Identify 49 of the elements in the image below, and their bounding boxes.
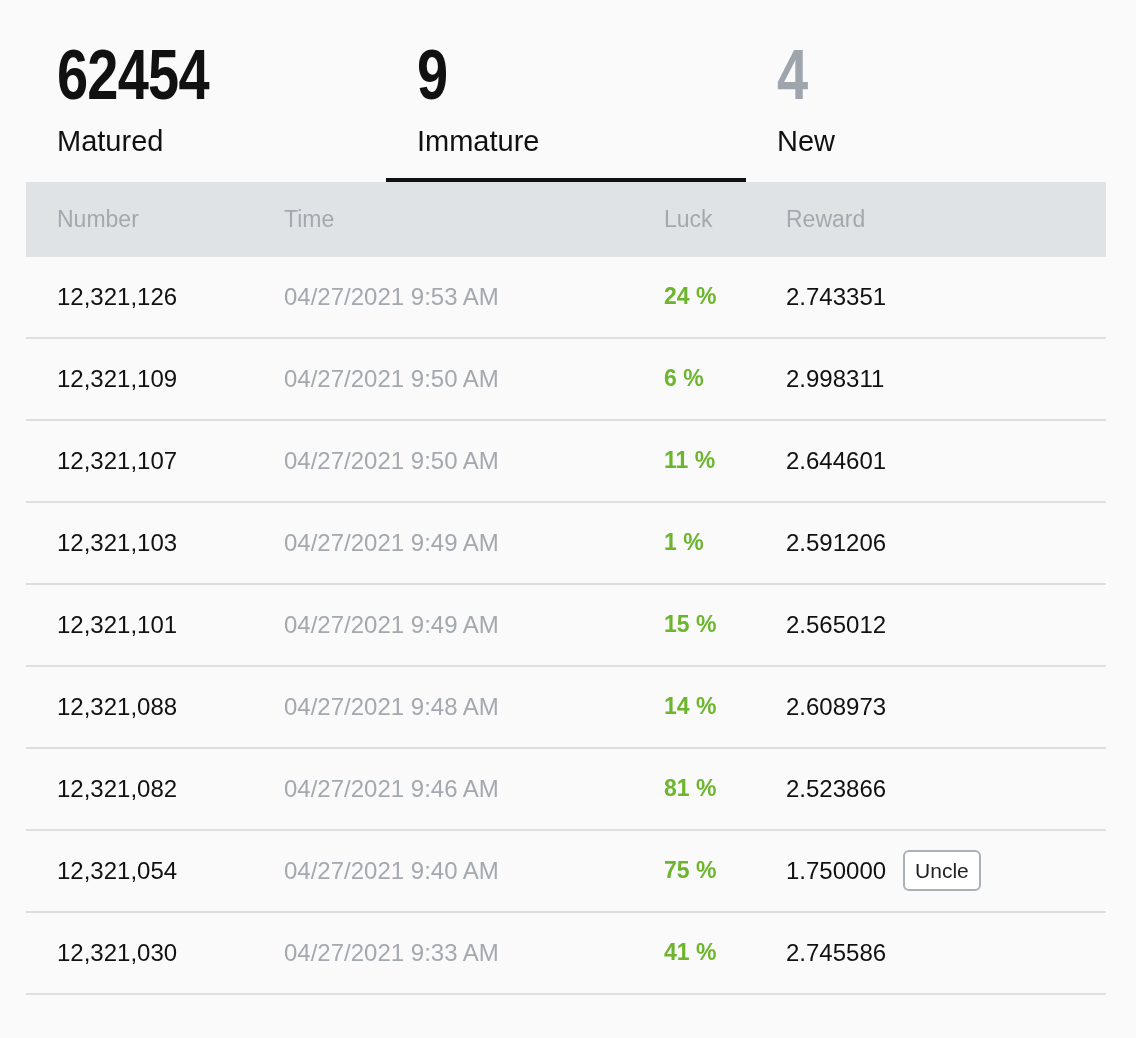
reward-value: 2.644601	[786, 445, 887, 476]
block-number: 12,321,082	[57, 774, 178, 802]
block-number: 12,321,101	[57, 610, 178, 638]
block-time: 04/27/2021 9:46 AM	[284, 774, 499, 802]
block-time: 04/27/2021 9:33 AM	[284, 938, 499, 966]
reward-value: 2.998311	[786, 363, 885, 394]
reward-value: 2.743351	[786, 281, 887, 312]
reward-value: 2.591206	[786, 527, 887, 558]
tab[interactable]: 4 New	[746, 30, 1106, 182]
tab-count: 62454	[57, 40, 209, 110]
reward-value: 2.608973	[786, 691, 887, 722]
tab-label: Immature	[417, 124, 540, 159]
luck-value: 15 %	[664, 611, 717, 638]
column-header: Time	[284, 205, 335, 232]
uncle-tag: Uncle	[903, 849, 981, 892]
luck-value: 75 %	[664, 857, 717, 884]
tab-label: Matured	[57, 124, 164, 159]
tab-count: 4	[777, 40, 808, 110]
block-number: 12,321,126	[57, 282, 178, 310]
block-time: 04/27/2021 9:50 AM	[284, 446, 499, 474]
reward-value: 1.750000	[786, 855, 887, 886]
block-time: 04/27/2021 9:40 AM	[284, 856, 499, 884]
block-number: 12,321,107	[57, 446, 178, 474]
reward-value: 2.745586	[786, 937, 887, 968]
luck-value: 6 %	[664, 365, 704, 392]
column-header: Number	[57, 205, 139, 232]
block-number: 12,321,103	[57, 528, 178, 556]
luck-value: 81 %	[664, 775, 717, 802]
luck-value: 24 %	[664, 283, 717, 310]
tab-label: New	[777, 124, 835, 159]
block-time: 04/27/2021 9:49 AM	[284, 610, 499, 638]
luck-value: 11 %	[664, 447, 716, 474]
block-number: 12,321,109	[57, 364, 178, 392]
block-time: 04/27/2021 9:50 AM	[284, 364, 499, 392]
reward-value: 2.565012	[786, 609, 887, 640]
luck-value: 1 %	[664, 529, 704, 556]
block-number: 12,321,088	[57, 692, 178, 720]
block-time: 04/27/2021 9:49 AM	[284, 528, 499, 556]
luck-value: 14 %	[664, 693, 717, 720]
column-header: Reward	[786, 205, 866, 232]
column-header: Luck	[664, 205, 713, 232]
block-time: 04/27/2021 9:48 AM	[284, 692, 499, 720]
tab-count: 9	[417, 40, 448, 110]
block-time: 04/27/2021 9:53 AM	[284, 282, 499, 310]
tab[interactable]: 62454 Matured	[26, 30, 386, 182]
block-number: 12,321,030	[57, 938, 178, 966]
luck-value: 41 %	[664, 939, 717, 966]
block-number: 12,321,054	[57, 856, 178, 884]
reward-value: 2.523866	[786, 773, 887, 804]
